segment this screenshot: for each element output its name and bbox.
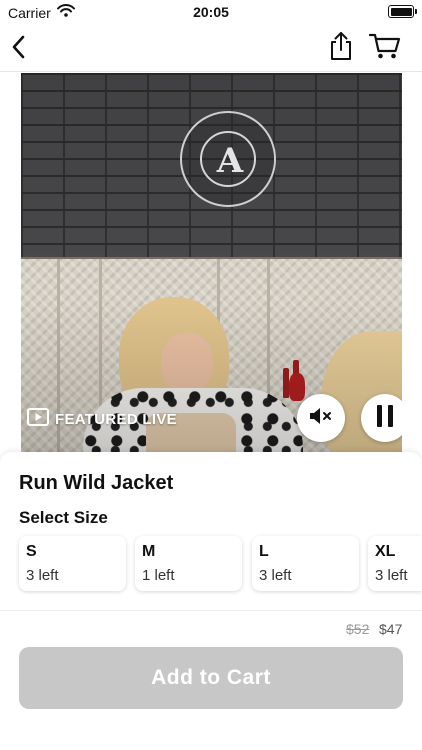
size-option-s[interactable]: S 3 left [19, 536, 126, 591]
navigation-bar [0, 26, 422, 72]
purchase-footer: $52 $47 Add to Cart [0, 610, 422, 750]
add-to-cart-button[interactable]: Add to Cart [19, 647, 403, 709]
size-stock: 3 left [259, 567, 292, 584]
share-button[interactable] [326, 30, 356, 66]
size-stock: 3 left [375, 567, 408, 584]
pause-icon [375, 404, 395, 433]
sale-price: $47 [379, 621, 403, 637]
pause-button[interactable] [361, 394, 402, 442]
chevron-left-icon [11, 35, 27, 64]
size-label: M [142, 543, 156, 560]
back-button[interactable] [4, 32, 34, 66]
clock: 20:05 [193, 4, 229, 20]
live-video-player[interactable]: A FEATURED LIVE [21, 73, 402, 452]
size-stock: 1 left [142, 567, 175, 584]
status-bar: Carrier 20:05 [0, 0, 422, 26]
featured-live-label: FEATURED LIVE [55, 411, 177, 428]
size-label: L [259, 543, 269, 560]
size-stock: 3 left [26, 567, 59, 584]
product-title: Run Wild Jacket [19, 472, 174, 494]
size-heading: Select Size [19, 508, 108, 527]
mute-button[interactable] [297, 394, 345, 442]
size-option-l[interactable]: L 3 left [252, 536, 359, 591]
featured-live-badge: FEATURED LIVE [27, 408, 177, 431]
share-icon [329, 31, 353, 66]
battery-icon [388, 5, 417, 18]
product-sheet: Run Wild Jacket Select Size S 3 left M 1… [0, 452, 422, 610]
video-play-icon [27, 408, 49, 431]
cart-icon [368, 32, 401, 65]
size-option-m[interactable]: M 1 left [135, 536, 242, 591]
original-price: $52 [346, 621, 370, 637]
size-label: XL [375, 543, 396, 560]
size-label: S [26, 543, 37, 560]
video-vignette [21, 73, 402, 452]
size-option-xl[interactable]: XL 3 left [368, 536, 422, 591]
cart-button[interactable] [366, 30, 404, 66]
mute-icon [309, 407, 333, 430]
